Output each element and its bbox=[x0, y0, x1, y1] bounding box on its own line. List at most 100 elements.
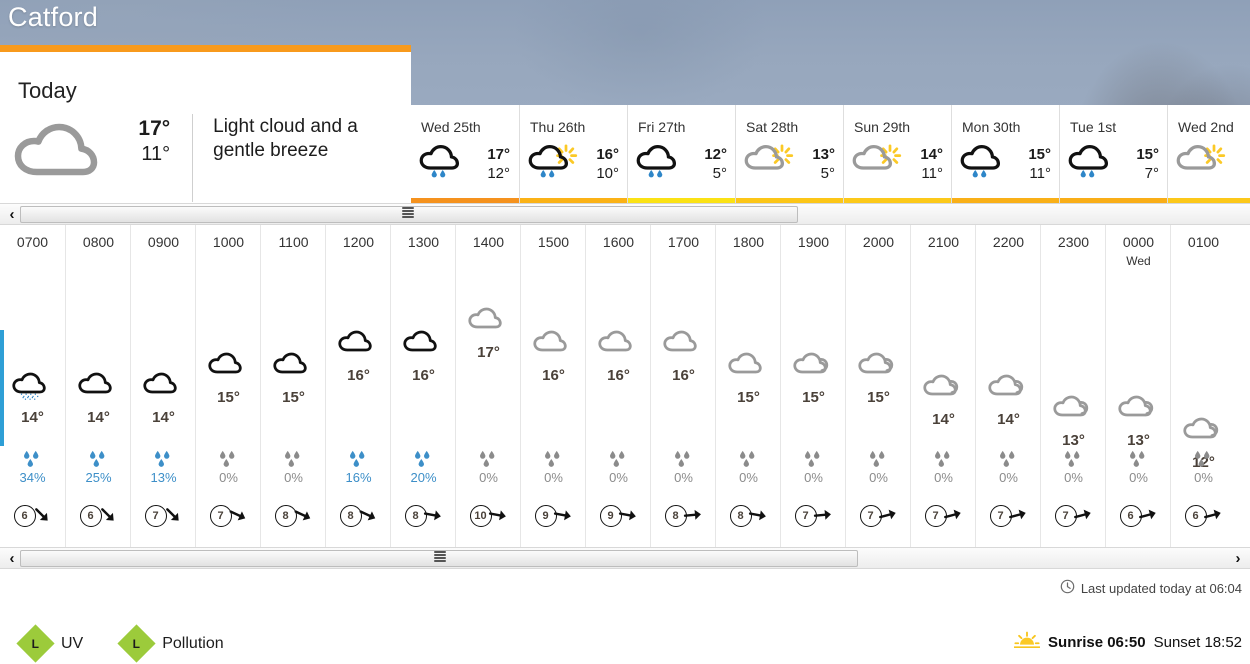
hour-column[interactable]: 2200 14° 0% 7 bbox=[975, 225, 1040, 547]
badge-label: Pollution bbox=[162, 634, 224, 652]
cloud-black-icon bbox=[142, 370, 186, 408]
raindrops-icon bbox=[674, 450, 689, 467]
hour-column[interactable]: 2000 15° 0% 7 bbox=[845, 225, 910, 547]
day-tab[interactable]: Sun 29th 14° 11° bbox=[843, 105, 952, 205]
hour-weather: 16° bbox=[521, 328, 586, 384]
day-tabs-scrollbar[interactable]: ‹ bbox=[0, 203, 1250, 225]
hour-temperature: 16° bbox=[412, 367, 435, 384]
hour-precipitation-value: 0% bbox=[674, 470, 693, 485]
hour-column[interactable]: 2100 14° 0% 7 bbox=[910, 225, 975, 547]
hour-column[interactable]: 0900 14° 13% 7 bbox=[130, 225, 195, 547]
moon-cloud-grey-icon bbox=[792, 350, 836, 388]
day-tab[interactable]: Sat 28th 13° 5° bbox=[735, 105, 844, 205]
cloud-rain-black-icon bbox=[1067, 142, 1119, 186]
chevron-right-icon[interactable]: › bbox=[1228, 548, 1248, 568]
hour-precipitation: 0% bbox=[846, 450, 911, 485]
sunrise-icon bbox=[1013, 631, 1041, 653]
hour-column[interactable]: 0000 Wed 13° 0% 6 bbox=[1105, 225, 1170, 547]
hour-column[interactable]: 1300 16° 20% 8 bbox=[390, 225, 455, 547]
hour-column[interactable]: 1200 16° 16% 8 bbox=[325, 225, 390, 547]
scrollbar-grip-icon[interactable] bbox=[434, 551, 446, 562]
hour-column[interactable]: 1600 16° 0% 9 bbox=[585, 225, 650, 547]
wind-direction-arrow-icon bbox=[1008, 509, 1026, 520]
hour-precipitation-value: 16% bbox=[345, 470, 372, 485]
moon-cloud-grey-icon bbox=[1117, 395, 1153, 417]
hour-temperature: 13° bbox=[1062, 432, 1085, 449]
hour-column[interactable]: 1000 15° 0% 7 bbox=[195, 225, 260, 547]
hour-precipitation-value: 0% bbox=[869, 470, 888, 485]
hour-column[interactable]: 1500 16° 0% 9 bbox=[520, 225, 585, 547]
day-tab[interactable]: Mon 30th 15° 11° bbox=[951, 105, 1060, 205]
raindrops-icon bbox=[219, 450, 234, 467]
day-tab-label: Thu 26th bbox=[530, 119, 586, 135]
day-tab[interactable]: Wed 25th 17° 12° bbox=[411, 105, 519, 205]
scrollbar-grip-icon[interactable] bbox=[402, 207, 414, 218]
hourly-scrollbar[interactable]: ‹ › bbox=[0, 547, 1250, 569]
hour-temperature: 13° bbox=[1127, 432, 1150, 449]
hour-column[interactable]: 0100 12° 0% 6 bbox=[1170, 225, 1235, 547]
hour-temperature: 16° bbox=[347, 367, 370, 384]
day-tab[interactable]: Thu 26th 16° 10° bbox=[519, 105, 628, 205]
sunrise-sunset: Sunrise 06:50 Sunset 18:52 bbox=[1013, 631, 1242, 653]
hour-temperature: 15° bbox=[217, 389, 240, 406]
hour-temperature: 15° bbox=[802, 389, 825, 406]
hour-precipitation: 0% bbox=[911, 450, 976, 485]
hour-precipitation: 20% bbox=[391, 450, 456, 485]
cloud-black-icon bbox=[337, 330, 372, 352]
hour-wind: 7 bbox=[911, 500, 976, 532]
day-tab[interactable]: Tue 1st 15° 7° bbox=[1059, 105, 1168, 205]
hour-column[interactable]: 1100 15° 0% 8 bbox=[260, 225, 325, 547]
hour-column[interactable]: 0700 14° 34% 6 bbox=[0, 225, 65, 547]
cloud-black-icon bbox=[77, 372, 112, 394]
footer-badge[interactable]: L Pollution bbox=[117, 624, 224, 663]
raindrops-icon bbox=[869, 450, 884, 467]
hour-column[interactable]: 1700 16° 0% 8 bbox=[650, 225, 715, 547]
cloud-grey-icon bbox=[727, 350, 771, 388]
hour-column[interactable]: 1400 17° 0% 10 bbox=[455, 225, 520, 547]
hour-precipitation: 34% bbox=[0, 450, 65, 485]
day-tab-temperatures: 12° 5° bbox=[704, 145, 727, 184]
day-tab[interactable]: Wed 2nd 1 bbox=[1167, 105, 1250, 205]
day-tab-temperatures: 14° 11° bbox=[920, 145, 943, 184]
moon-cloud-grey-icon bbox=[1182, 415, 1226, 453]
hour-precipitation-value: 0% bbox=[284, 470, 303, 485]
hour-column[interactable]: 1900 15° 0% 7 bbox=[780, 225, 845, 547]
hour-wind: 7 bbox=[976, 500, 1041, 532]
footer-badge[interactable]: L UV bbox=[16, 624, 83, 663]
hour-precipitation: 0% bbox=[456, 450, 521, 485]
hour-wind: 8 bbox=[326, 500, 391, 532]
hour-weather: 16° bbox=[391, 328, 456, 384]
hour-wind: 7 bbox=[196, 500, 261, 532]
hour-column[interactable]: 1800 15° 0% 8 bbox=[715, 225, 780, 547]
day-tab-label: Wed 25th bbox=[421, 119, 481, 135]
chevron-left-icon[interactable]: ‹ bbox=[2, 204, 22, 224]
hour-precipitation: 0% bbox=[521, 450, 586, 485]
chevron-left-icon[interactable]: ‹ bbox=[2, 548, 22, 568]
sun-cloud-rain-black-icon bbox=[528, 144, 578, 178]
hour-temperature: 16° bbox=[542, 367, 565, 384]
day-tab-low: 10° bbox=[596, 165, 619, 182]
cloud-grey-icon bbox=[532, 330, 567, 352]
hour-temperature: 14° bbox=[152, 409, 175, 426]
hour-precipitation: 0% bbox=[651, 450, 716, 485]
cloud-grey-icon bbox=[467, 305, 511, 343]
hour-precipitation-value: 0% bbox=[479, 470, 498, 485]
today-summary-card[interactable]: Today 17° 11° Light cloud and a gentle b… bbox=[0, 45, 411, 205]
cloud-black-icon bbox=[402, 330, 437, 352]
day-tab-high: 15° bbox=[1028, 145, 1051, 163]
sun-cloud-grey-icon bbox=[852, 144, 902, 170]
hour-wind: 8 bbox=[716, 500, 781, 532]
wind-direction-arrow-icon bbox=[683, 509, 701, 520]
day-tab-label: Fri 27th bbox=[638, 119, 686, 135]
day-tab-high: 17° bbox=[487, 145, 510, 163]
hour-column[interactable]: 0800 14° 25% 6 bbox=[65, 225, 130, 547]
hour-weather: 14° bbox=[131, 370, 196, 426]
hour-precipitation-value: 34% bbox=[19, 470, 46, 485]
day-tab-low: 11° bbox=[921, 165, 943, 182]
day-tab-low: 11° bbox=[1029, 165, 1051, 182]
day-tab-temperatures: 15° 11° bbox=[1028, 145, 1051, 184]
day-tab-label: Wed 2nd bbox=[1178, 119, 1234, 135]
day-tab[interactable]: Fri 27th 12° 5° bbox=[627, 105, 736, 205]
hour-column[interactable]: 2300 13° 0% 7 bbox=[1040, 225, 1105, 547]
clock-icon bbox=[1060, 579, 1075, 597]
